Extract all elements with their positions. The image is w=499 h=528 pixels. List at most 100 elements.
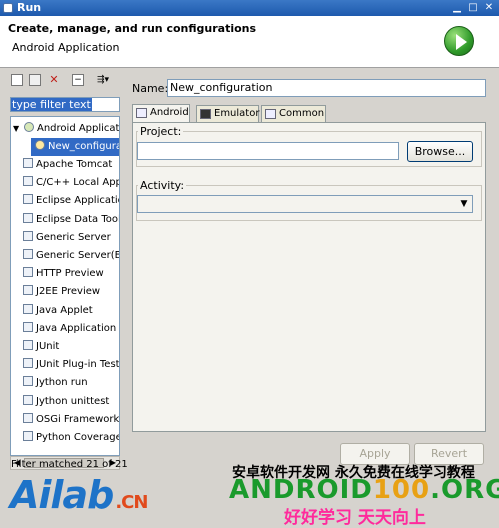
launch-type-icon: [23, 249, 33, 259]
tree-item[interactable]: JUnit Plug-in Test: [23, 356, 120, 374]
launch-type-icon: [23, 285, 33, 296]
tree-item[interactable]: Generic Server: [23, 229, 111, 247]
name-input[interactable]: New_configuration: [167, 79, 486, 97]
tree-root-label: Android Applicatio: [37, 123, 120, 134]
tree-item[interactable]: JUnit: [23, 338, 59, 356]
tree-item-label: Generic Server: [36, 231, 111, 243]
app-icon: [3, 3, 13, 13]
tree-item-label: Jython unittest: [36, 395, 110, 407]
emulator-tab-icon: [200, 109, 211, 119]
android-config-icon: [35, 140, 45, 150]
run-icon: [444, 26, 474, 56]
tab-android-label: Android: [150, 107, 189, 118]
tree-item[interactable]: Java Application: [23, 320, 116, 338]
tree-item-label: OSGi Framework: [36, 413, 120, 425]
tree-item[interactable]: Apache Tomcat: [23, 156, 112, 174]
common-tab-icon: [265, 109, 276, 119]
tree-root-android[interactable]: ▼ Android Applicatio: [11, 120, 119, 138]
watermark-logo-suffix: .CN: [115, 492, 148, 513]
collapse-icon[interactable]: −: [72, 74, 84, 86]
activity-label: Activity:: [138, 179, 187, 192]
tree-item[interactable]: C/C++ Local Appl: [23, 174, 120, 192]
android-icon: [24, 122, 34, 132]
header-subtitle: Android Application: [12, 41, 120, 54]
config-toolbar: ✕ − ⇶▾: [7, 70, 123, 92]
launch-type-icon: [23, 212, 33, 223]
tree-item-new-configuration[interactable]: New_configurat: [31, 138, 119, 156]
config-list-pane: ✕ − ⇶▾ type filter text ▼ Android Applic…: [7, 70, 123, 474]
delete-icon[interactable]: ✕: [48, 74, 60, 86]
dialog-header: Create, manage, and run configurations A…: [0, 16, 499, 68]
tree-item[interactable]: Java Applet: [23, 302, 93, 320]
tree-item-label: Eclipse Applicatio: [36, 195, 120, 207]
watermark-android-tld: .ORG: [430, 475, 499, 505]
tab-emulator[interactable]: Emulator: [196, 105, 259, 122]
filter-placeholder: type filter text: [11, 98, 92, 111]
watermark-android-word: ANDROID: [229, 475, 373, 505]
filter-icon[interactable]: ⇶▾: [91, 74, 115, 86]
duplicate-icon[interactable]: [29, 74, 41, 86]
browse-button[interactable]: Browse...: [407, 141, 473, 162]
launch-type-icon: [23, 358, 33, 369]
watermark-logo: Ailab .CN: [10, 473, 148, 517]
launch-type-icon: [23, 412, 33, 423]
tree-item-label: Python Coverage: [36, 432, 120, 443]
minimize-icon[interactable]: ▁: [451, 2, 463, 14]
tree-item[interactable]: Generic Server(Ex: [23, 247, 120, 265]
window-titlebar: Run ▁ □ ✕: [0, 0, 499, 16]
launch-type-icon: [23, 158, 33, 168]
tree-item[interactable]: J2EE Preview: [23, 283, 100, 301]
watermark-android-org: ANDROID100.ORG: [229, 475, 499, 505]
tab-common[interactable]: Common: [261, 105, 326, 122]
tree-item-label: Java Application: [36, 322, 117, 334]
launch-type-icon: [23, 303, 33, 314]
launch-type-icon: [23, 431, 33, 441]
tree-item-label: HTTP Preview: [36, 268, 104, 280]
watermark-logo-text: Ailab: [10, 473, 114, 517]
tab-emulator-label: Emulator: [214, 108, 260, 119]
launch-type-icon: [23, 267, 33, 278]
tree-selected-label: New_configurat: [48, 141, 120, 152]
project-input[interactable]: [137, 142, 399, 160]
watermark-android-num: 100: [372, 475, 431, 505]
project-label: Project:: [138, 125, 184, 138]
new-config-icon[interactable]: [11, 74, 23, 86]
launch-type-icon: [23, 176, 33, 187]
activity-select[interactable]: ▼: [137, 195, 473, 213]
tree-item-label: J2EE Preview: [36, 286, 101, 298]
config-editor-pane: Name: New_configuration Android Emulator…: [128, 70, 490, 474]
tab-common-label: Common: [279, 108, 325, 119]
tree-item-label: Generic Server(Ex: [36, 250, 120, 261]
launch-type-icon: [23, 321, 33, 332]
close-icon[interactable]: ✕: [483, 2, 495, 14]
tree-item-label: Eclipse Data Tools: [36, 213, 120, 225]
launch-type-icon: [23, 230, 33, 241]
tree-item[interactable]: Python Coverage: [23, 429, 120, 447]
expand-twisty-icon[interactable]: ▼: [13, 120, 19, 138]
tree-item[interactable]: Jython unittest: [23, 393, 109, 411]
tree-item[interactable]: Jython run: [23, 374, 88, 392]
header-title: Create, manage, and run configurations: [8, 22, 257, 35]
name-label: Name:: [132, 82, 169, 95]
launch-type-icon: [23, 376, 33, 387]
launch-type-icon: [23, 340, 33, 350]
launch-type-icon: [23, 394, 33, 405]
tree-item-label: JUnit: [36, 341, 60, 352]
tab-android[interactable]: Android: [132, 104, 190, 123]
tree-item[interactable]: HTTP Preview: [23, 265, 104, 283]
tree-item-label: Java Applet: [36, 304, 93, 316]
window-title: Run: [17, 1, 42, 14]
tab-content: Project: Activity:: [132, 122, 486, 432]
config-tree[interactable]: ▼ Android Applicatio New_configurat Apac…: [10, 116, 120, 456]
tree-item[interactable]: Eclipse Data Tools: [23, 211, 120, 229]
tree-item-label: JUnit Plug-in Test: [36, 359, 120, 371]
chevron-down-icon[interactable]: ▼: [457, 197, 471, 211]
watermark-overlay: 安卓软件开发网 永久免费在线学习教程 Ailab .CN ANDROID100.O…: [0, 455, 499, 528]
tree-item-label: Apache Tomcat: [36, 159, 113, 170]
tree-item-label: C/C++ Local Appl: [36, 177, 120, 189]
tree-item[interactable]: OSGi Framework: [23, 411, 119, 429]
tree-item[interactable]: Eclipse Applicatio: [23, 192, 120, 210]
filter-input[interactable]: type filter text: [10, 97, 120, 112]
tree-item-label: Jython run: [36, 377, 88, 389]
maximize-icon[interactable]: □: [467, 2, 479, 14]
